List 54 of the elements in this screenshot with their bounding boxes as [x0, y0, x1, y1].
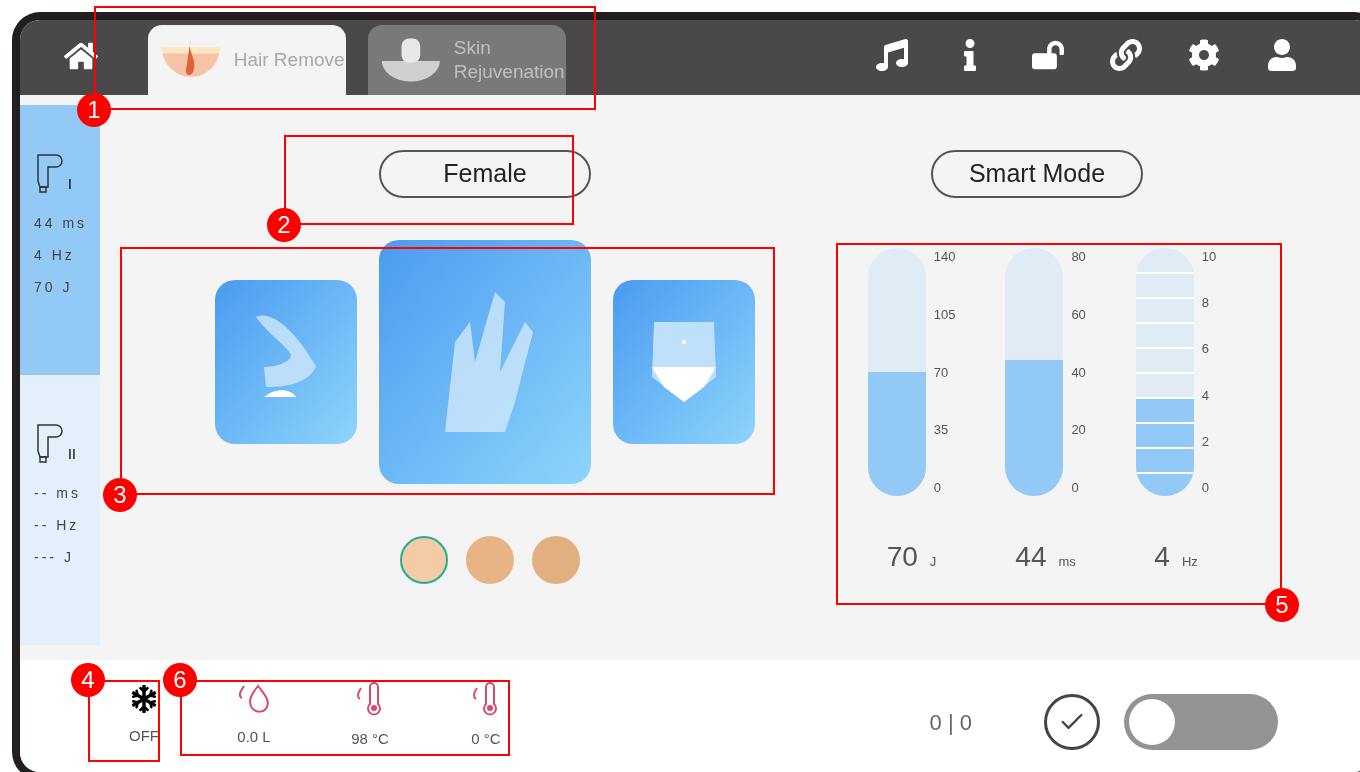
user-icon[interactable] [1266, 39, 1298, 71]
scale-label: 0 [933, 481, 942, 494]
toggle-switch[interactable] [1124, 694, 1278, 750]
scale-label: 140 [933, 250, 956, 263]
scale-label: 8 [1201, 296, 1211, 310]
pulse-counter: 0 | 0 [929, 708, 972, 737]
scale-label: 2 [1201, 434, 1211, 448]
meter-unit: ms [1058, 553, 1076, 571]
scale-label: 10 [1201, 250, 1217, 263]
gender-button[interactable]: Female [379, 150, 591, 198]
handpiece-reading: --- J [34, 548, 75, 567]
scale-label: 60 [1071, 307, 1086, 321]
skin-tone-swatch[interactable] [400, 536, 448, 584]
scale-label: 0 [1071, 481, 1080, 494]
handpiece-panel[interactable]: II -- ms -- Hz --- J [20, 375, 100, 645]
scale-label: 4 [1201, 388, 1211, 402]
handpiece-reading: -- Hz [34, 516, 81, 535]
cooling-status: OFF [129, 725, 159, 746]
meter-value: 70 [886, 540, 918, 574]
link-icon[interactable] [1110, 39, 1142, 71]
body-area-card[interactable] [613, 280, 755, 444]
meter-unit: Hz [1181, 553, 1198, 571]
skin-tone-swatch[interactable] [466, 536, 514, 584]
scale-label: 35 [933, 423, 950, 437]
status-reading: 98 °C [351, 728, 389, 749]
handpiece-label: II [68, 445, 76, 464]
handpiece-reading: 70 J [34, 278, 74, 297]
skin-device-icon [380, 37, 442, 83]
settings-icon[interactable] [1188, 39, 1220, 71]
status-reading: 0.0 L [237, 726, 271, 747]
scale-label: 20 [1071, 423, 1086, 437]
meter-value: 44 [1015, 540, 1047, 574]
skin-tone-swatch[interactable] [532, 536, 580, 584]
scale-label: 80 [1071, 250, 1086, 263]
handpiece-reading: 44 ms [34, 214, 89, 233]
meter-unit: J [929, 553, 937, 571]
toggle-knob [1129, 699, 1175, 745]
scale-label: 40 [1071, 365, 1086, 379]
handpiece-reading: -- ms [34, 484, 82, 503]
scale-label: 0 [1201, 480, 1211, 494]
handpiece-reading: 4 Hz [34, 246, 76, 265]
scale-label: 105 [933, 307, 956, 321]
unlock-icon[interactable] [1032, 39, 1064, 71]
handpiece-label: I [68, 175, 72, 194]
handpiece-icon [34, 151, 64, 195]
handpiece-icon [34, 421, 64, 465]
mode-button[interactable]: Smart Mode [931, 150, 1143, 198]
confirm-button[interactable] [1044, 694, 1100, 750]
status-reading: 0 °C [471, 728, 501, 749]
scale-label: 6 [1201, 342, 1211, 356]
meter-value: 4 [1154, 540, 1170, 574]
scale-label: 70 [933, 365, 950, 379]
music-note-icon[interactable] [876, 39, 908, 71]
snowflake-icon[interactable] [130, 684, 158, 713]
